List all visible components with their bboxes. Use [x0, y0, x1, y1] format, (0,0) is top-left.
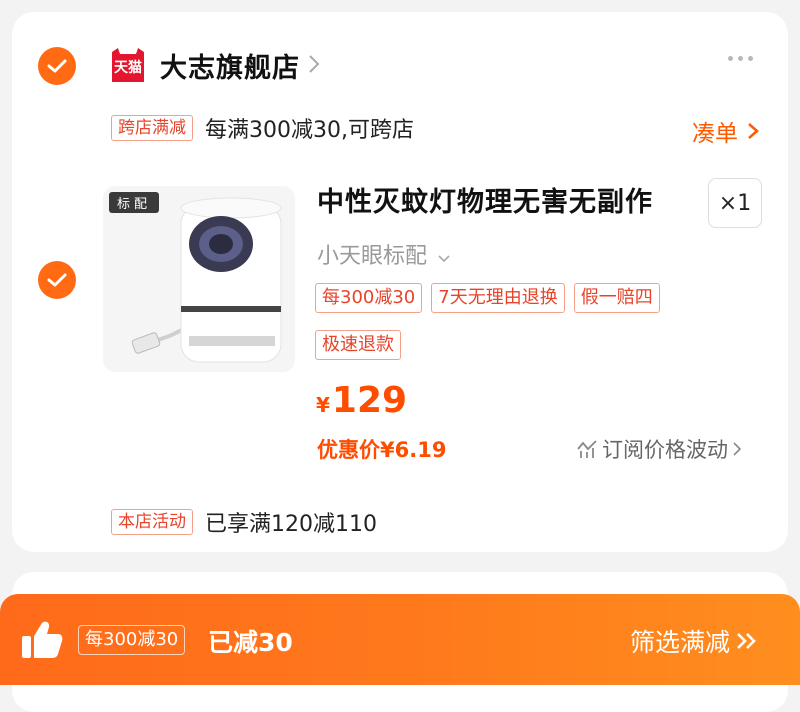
chevron-down-icon: [438, 255, 450, 263]
coudan-label: 凑单: [692, 121, 738, 147]
standard-badge: 标配: [109, 192, 160, 213]
service-tag: 每300减30: [315, 283, 423, 313]
tmall-logo: 天猫: [108, 47, 148, 84]
bar-promo-tag: 每300减30: [78, 625, 186, 655]
double-chevron-right-icon: [737, 633, 756, 649]
mosquito-lamp-image: [131, 197, 282, 363]
reduced-amount: 已减30: [208, 628, 293, 657]
checkmark-icon: [47, 273, 67, 287]
coudan-link[interactable]: 凑单: [692, 114, 760, 148]
price-chart-icon: [577, 440, 597, 458]
sku-selector[interactable]: 小天眼标配: [317, 238, 450, 270]
cross-store-promo: 跨店满减 每满300减30,可跨店: [111, 112, 414, 144]
product-title[interactable]: 中性灭蚊灯物理无害无副作: [317, 180, 653, 219]
price-value: 129: [331, 380, 408, 421]
filter-promo-label: 筛选满减: [630, 628, 731, 657]
item-select-checkbox[interactable]: [38, 261, 76, 299]
shop-name[interactable]: 大志旗舰店: [160, 46, 300, 85]
checkmark-icon: [47, 59, 67, 73]
service-tag: 假一赔四: [573, 283, 660, 313]
promo-text: 每满300减30,可跨店: [205, 118, 414, 143]
chevron-right-icon: [733, 442, 742, 456]
product-image[interactable]: 标配: [103, 186, 295, 372]
more-options-icon[interactable]: [728, 56, 753, 61]
currency-symbol: ¥: [316, 393, 330, 417]
service-tags: 每300减30 7天无理由退换 假一赔四: [315, 283, 660, 313]
shop-header[interactable]: 天猫 大志旗舰店: [108, 46, 320, 85]
chevron-right-icon: [748, 123, 759, 139]
shop-activity-tag: 本店活动: [111, 509, 193, 535]
subscribe-label: 订阅价格波动: [602, 438, 728, 462]
quantity-button[interactable]: ×1: [708, 178, 762, 228]
chevron-right-icon: [308, 52, 320, 80]
service-tag: 7天无理由退换: [431, 283, 565, 313]
thumbs-up-icon: [20, 620, 64, 664]
discount-price: 优惠价¥6.19: [317, 438, 447, 462]
shop-activity-text: 已享满120减110: [205, 512, 377, 537]
tmall-logo-text: 天猫: [114, 59, 142, 76]
service-tags-row2: 极速退款: [315, 330, 401, 360]
shop-select-checkbox[interactable]: [38, 47, 76, 85]
subscribe-price-alert[interactable]: 订阅价格波动: [576, 434, 742, 464]
product-price: ¥ 129: [316, 380, 407, 421]
sku-label: 小天眼标配: [317, 244, 428, 269]
service-tag: 极速退款: [315, 330, 401, 360]
shop-activity: 本店活动 已享满120减110: [111, 506, 377, 538]
promo-tag: 跨店满减: [111, 115, 193, 141]
filter-promo-button[interactable]: 筛选满减: [630, 623, 758, 659]
